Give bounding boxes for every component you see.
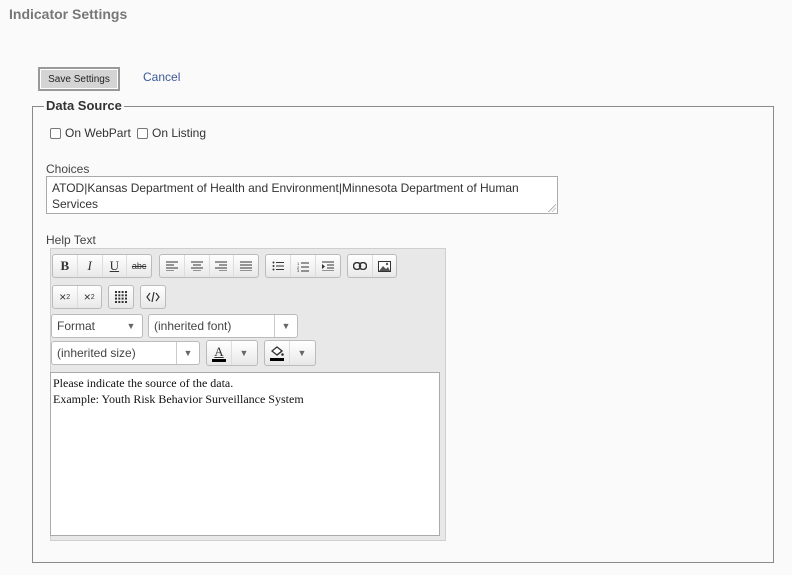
subscript-icon[interactable]: × 2 (53, 286, 77, 308)
content-line: Example: Youth Risk Behavior Surveillanc… (53, 392, 304, 406)
chevron-down-icon: ▼ (126, 321, 136, 331)
choices-label: Choices (46, 162, 90, 176)
text-color-swatch (212, 358, 226, 362)
script-group: × 2 × 2 (52, 285, 102, 309)
html-source-icon[interactable] (141, 286, 165, 308)
chevron-down-icon: ▼ (176, 342, 199, 364)
alignment-group (159, 254, 259, 278)
paint-bucket-icon (270, 345, 284, 356)
list-group: 123 (265, 254, 341, 278)
on-listing-checkbox[interactable]: On Listing (137, 126, 206, 140)
help-text-label: Help Text (46, 233, 96, 247)
checkbox-box[interactable] (50, 127, 61, 139)
table-group (108, 285, 134, 309)
bullet-list-icon[interactable] (266, 255, 290, 277)
underline-button[interactable]: U (101, 255, 127, 277)
editor-content-area[interactable]: Please indicate the source of the data. … (50, 372, 440, 536)
indent-icon[interactable] (315, 255, 340, 277)
font-size-dropdown[interactable]: (inherited size) ▼ (51, 341, 200, 365)
svg-text:3: 3 (297, 268, 300, 272)
on-webpart-label: On WebPart (65, 126, 131, 140)
insert-group (347, 254, 397, 278)
bold-button[interactable]: B (53, 255, 77, 277)
choices-value: ATOD|Kansas Department of Health and Env… (52, 181, 519, 211)
align-justify-icon[interactable] (233, 255, 258, 277)
font-size-label: (inherited size) (57, 346, 136, 360)
highlight-color-picker: ▼ (264, 340, 316, 366)
highlight-color-swatch (270, 357, 284, 361)
align-right-icon[interactable] (208, 255, 234, 277)
on-webpart-checkbox[interactable]: On WebPart (50, 126, 131, 140)
align-left-icon[interactable] (160, 255, 184, 277)
text-style-group: B I U abc (52, 254, 152, 278)
strikethrough-button[interactable]: abc (126, 255, 151, 277)
highlight-color-button[interactable] (265, 341, 289, 365)
chevron-down-icon: ▼ (274, 315, 297, 337)
table-icon[interactable] (109, 286, 133, 308)
text-color-button[interactable]: A (207, 341, 231, 365)
font-family-dropdown[interactable]: (inherited font) ▼ (148, 314, 298, 338)
format-dropdown[interactable]: Format ▼ (51, 314, 143, 338)
format-dropdown-label: Format (57, 319, 96, 333)
align-center-icon[interactable] (183, 255, 209, 277)
chevron-down-icon[interactable]: ▼ (289, 341, 314, 365)
numbered-list-icon[interactable]: 123 (290, 255, 315, 277)
checkbox-box[interactable] (137, 127, 148, 139)
content-line: Please indicate the source of the data. (53, 376, 234, 390)
font-family-label: (inherited font) (154, 319, 232, 333)
text-color-picker: A ▼ (206, 340, 258, 366)
source-group (140, 285, 166, 309)
italic-button[interactable]: I (76, 255, 102, 277)
on-listing-label: On Listing (152, 126, 207, 140)
page-title: Indicator Settings (9, 6, 128, 22)
choices-textarea[interactable]: ATOD|Kansas Department of Health and Env… (46, 176, 558, 214)
resize-grip-icon[interactable] (548, 204, 556, 212)
superscript-icon[interactable]: × 2 (76, 286, 102, 308)
save-settings-button[interactable]: Save Settings (38, 67, 120, 91)
chevron-down-icon[interactable]: ▼ (231, 341, 256, 365)
image-icon[interactable] (371, 255, 397, 277)
link-icon[interactable] (348, 255, 372, 277)
data-source-legend: Data Source (44, 98, 124, 113)
text-color-icon: A (214, 343, 224, 359)
cancel-link[interactable]: Cancel (143, 70, 180, 84)
